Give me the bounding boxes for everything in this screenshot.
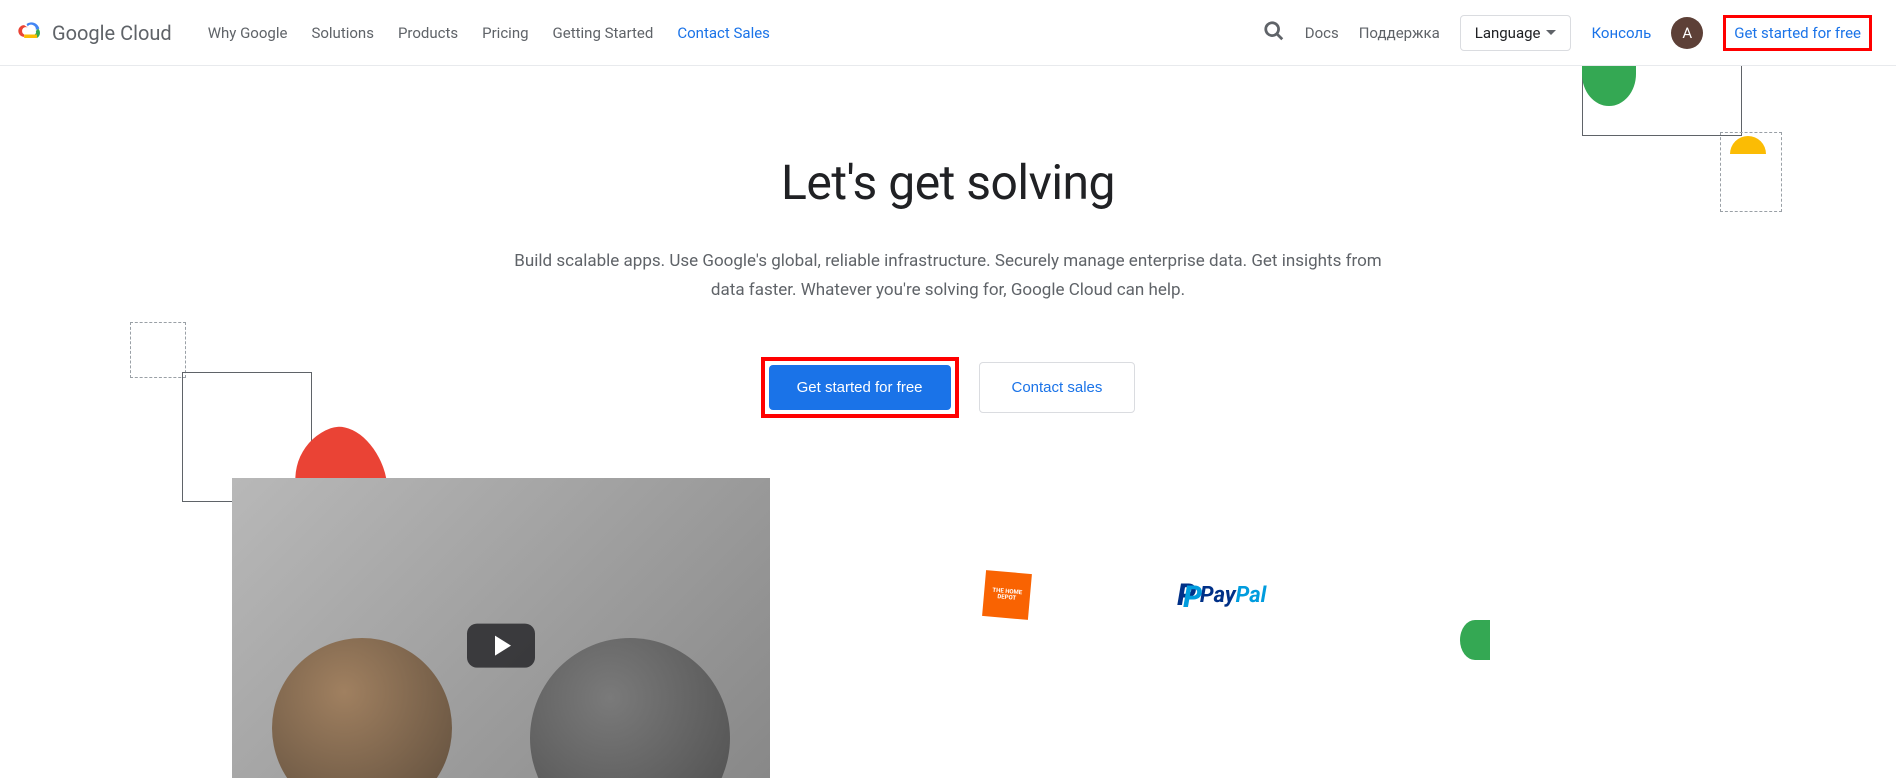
google-cloud-logo-icon — [16, 19, 44, 47]
hero-video-thumbnail[interactable] — [232, 478, 770, 778]
nav-solutions[interactable]: Solutions — [311, 18, 374, 48]
nav-pricing[interactable]: Pricing — [482, 18, 528, 48]
right-nav: Docs Поддержка Language Консоль A Get st… — [1263, 15, 1872, 51]
chevron-down-icon — [1546, 30, 1556, 35]
main-nav: Why Google Solutions Products Pricing Ge… — [208, 18, 770, 48]
brand-logo-block[interactable]: Google Cloud — [16, 19, 172, 47]
home-depot-logo: THE HOME DEPOT — [982, 570, 1032, 620]
nav-console[interactable]: Консоль — [1591, 24, 1651, 42]
play-button[interactable] — [467, 624, 535, 668]
get-started-button[interactable]: Get started for free — [769, 365, 951, 410]
hero-subtitle: Build scalable apps. Use Google's global… — [498, 247, 1398, 305]
top-nav: Google Cloud Why Google Solutions Produc… — [0, 0, 1896, 66]
brand-name: Google Cloud — [52, 21, 172, 45]
language-selector[interactable]: Language — [1460, 15, 1572, 51]
highlight-box-primary-cta: Get started for free — [761, 357, 959, 418]
avatar[interactable]: A — [1671, 17, 1703, 49]
nav-getting-started[interactable]: Getting Started — [553, 18, 654, 48]
nav-docs[interactable]: Docs — [1305, 24, 1339, 42]
search-icon[interactable] — [1263, 20, 1285, 46]
contact-sales-button[interactable]: Contact sales — [979, 362, 1136, 413]
play-icon — [495, 636, 511, 656]
language-label: Language — [1475, 24, 1541, 42]
nav-contact-sales[interactable]: Contact Sales — [677, 18, 770, 48]
nav-why-google[interactable]: Why Google — [208, 18, 288, 48]
partner-logos-row: THE HOME DEPOT P PayPal — [910, 572, 1340, 618]
nav-products[interactable]: Products — [398, 18, 458, 48]
paypal-logo: P PayPal — [1177, 578, 1266, 613]
decoration-dashed-box-left — [130, 322, 186, 378]
hero-title: Let's get solving — [0, 154, 1896, 211]
decoration-green-slice — [1460, 620, 1490, 660]
paypal-p-icon: P — [1177, 578, 1196, 613]
nav-support[interactable]: Поддержка — [1359, 24, 1440, 42]
avatar-letter: A — [1682, 24, 1692, 42]
header-get-started-button[interactable]: Get started for free — [1723, 15, 1872, 51]
